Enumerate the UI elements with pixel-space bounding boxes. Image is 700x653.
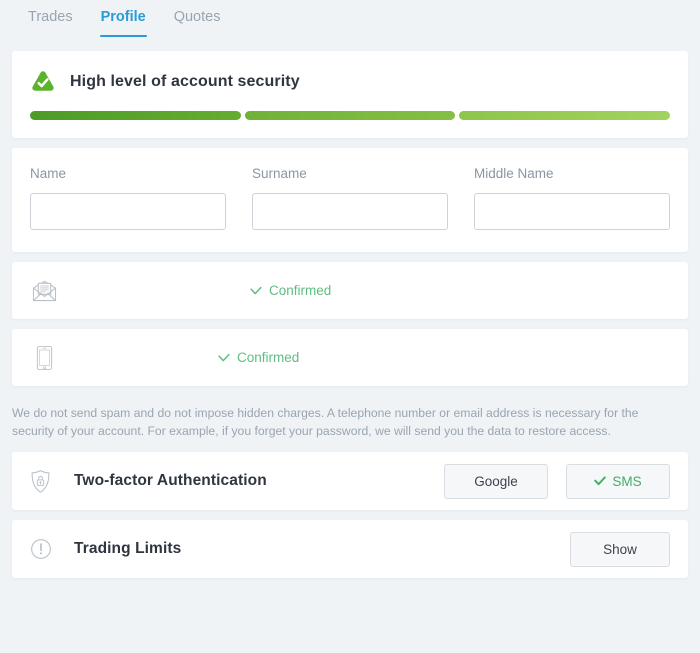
- tab-quotes[interactable]: Quotes: [160, 0, 235, 37]
- surname-field-group: Surname: [252, 166, 448, 230]
- show-limits-label: Show: [603, 542, 637, 557]
- tab-bar: Trades Profile Quotes: [0, 0, 700, 39]
- check-icon: [250, 285, 262, 297]
- surname-input[interactable]: [252, 193, 448, 230]
- security-meter-segment: [245, 111, 456, 120]
- tab-profile[interactable]: Profile: [87, 0, 160, 37]
- exclamation-circle-icon: [30, 538, 60, 560]
- personal-name-card: Name Surname Middle Name: [12, 148, 688, 252]
- trading-limits-title: Trading Limits: [74, 540, 181, 558]
- sms-auth-button[interactable]: SMS: [566, 464, 670, 499]
- email-confirmed-status: Confirmed: [250, 283, 331, 298]
- tab-profile-label: Profile: [101, 9, 146, 25]
- middle-name-field-group: Middle Name: [474, 166, 670, 230]
- shield-check-icon: [30, 69, 56, 95]
- envelope-icon: [30, 279, 58, 302]
- email-confirmed-label: Confirmed: [269, 283, 331, 298]
- google-auth-button[interactable]: Google: [444, 464, 548, 499]
- security-strength-meter: [30, 111, 670, 120]
- name-label: Name: [30, 166, 226, 181]
- email-verification-row: Confirmed: [12, 262, 688, 319]
- two-factor-authentication-row: Two-factor Authentication Google SMS: [12, 452, 688, 510]
- account-security-title: High level of account security: [70, 73, 300, 91]
- security-meter-segment: [459, 111, 670, 120]
- surname-label: Surname: [252, 166, 448, 181]
- show-limits-button[interactable]: Show: [570, 532, 670, 567]
- name-input[interactable]: [30, 193, 226, 230]
- mobile-phone-icon: [30, 345, 58, 371]
- contact-disclaimer-text: We do not send spam and do not impose hi…: [0, 396, 672, 452]
- name-field-group: Name: [30, 166, 226, 230]
- account-security-card: High level of account security: [12, 51, 688, 138]
- check-icon: [218, 352, 230, 364]
- account-security-header: High level of account security: [30, 69, 670, 95]
- two-factor-title: Two-factor Authentication: [74, 472, 267, 490]
- phone-confirmed-label: Confirmed: [237, 350, 299, 365]
- personal-name-row: Name Surname Middle Name: [30, 166, 670, 230]
- middle-name-label: Middle Name: [474, 166, 670, 181]
- phone-confirmed-status: Confirmed: [218, 350, 299, 365]
- trading-limits-row: Trading Limits Show: [12, 520, 688, 578]
- tab-quotes-label: Quotes: [174, 9, 221, 25]
- sms-auth-label: SMS: [612, 474, 641, 489]
- google-auth-label: Google: [474, 474, 518, 489]
- phone-verification-row: Confirmed: [12, 329, 688, 386]
- security-meter-segment: [30, 111, 241, 120]
- middle-name-input[interactable]: [474, 193, 670, 230]
- tab-trades[interactable]: Trades: [14, 0, 87, 37]
- shield-lock-icon: [30, 469, 60, 494]
- tab-trades-label: Trades: [28, 9, 73, 25]
- check-icon: [594, 475, 606, 487]
